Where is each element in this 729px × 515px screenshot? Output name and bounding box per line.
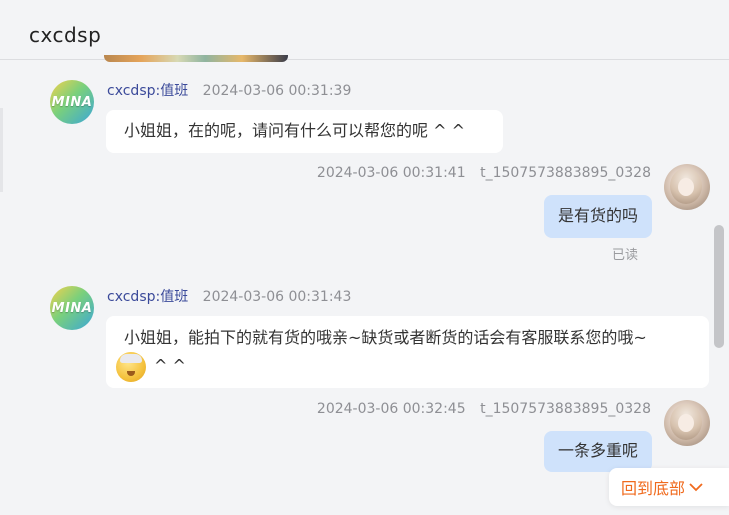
message-time: 2024-03-06 00:31:43 [202,289,352,305]
sender-name[interactable]: cxcdsp:值班 [107,289,188,305]
agent-message-bubble[interactable]: 小姐姐，能拍下的就有货的哦亲~缺货或者断货的话会有客服联系您的哦~ ^ ^ [106,316,709,388]
message-time: 2024-03-06 00:31:39 [202,83,352,99]
user-avatar[interactable] [664,400,710,446]
read-status: 已读 [612,248,639,263]
message-text: 是有货的吗 [557,206,638,225]
halo-smile-emoji-icon [116,351,146,382]
message-text-tail: ^ ^ [154,356,186,375]
user-id: t_1507573883895_0328 [480,165,651,181]
message-text: 小姐姐，能拍下的就有货的哦亲~缺货或者断货的话会有客服联系您的哦~ [124,328,647,347]
user-message-bubble[interactable]: 是有货的吗 [544,195,652,238]
agent-message-bubble[interactable]: 小姐姐，在的呢，请问有什么可以帮您的呢 ^ ^ [106,110,503,153]
agent-avatar-text: MINA [51,300,93,316]
message-meta: cxcdsp:值班 2024-03-06 00:31:43 [107,286,361,306]
message-time: 2024-03-06 00:31:41 [316,165,466,181]
agent-avatar[interactable]: MINA [50,286,94,330]
message-text: 一条多重呢 [557,441,638,460]
back-to-bottom-button[interactable]: 回到底部 [609,468,729,506]
chevron-down-icon [689,483,703,492]
user-id: t_1507573883895_0328 [480,401,651,417]
message-meta: 2024-03-06 00:32:45 t_1507573883895_0328 [317,401,651,417]
message-text: 小姐姐，在的呢，请问有什么可以帮您的呢 ^ ^ [124,121,465,140]
user-avatar[interactable] [664,164,710,210]
agent-avatar[interactable]: MINA [50,80,94,124]
message-time: 2024-03-06 00:32:45 [316,401,466,417]
back-to-bottom-label: 回到底部 [621,479,686,498]
chat-title: cxcdsp [29,23,102,47]
sender-name[interactable]: cxcdsp:值班 [107,83,188,99]
chat-header: cxcdsp [0,0,729,60]
user-message-bubble[interactable]: 一条多重呢 [544,431,652,472]
scrollbar-thumb[interactable] [714,225,724,348]
message-meta: cxcdsp:值班 2024-03-06 00:31:39 [107,80,361,100]
message-meta: 2024-03-06 00:31:41 t_1507573883895_0328 [317,165,651,181]
left-panel-edge [0,108,3,192]
previous-image-message[interactable] [104,55,288,62]
agent-avatar-text: MINA [51,94,93,110]
